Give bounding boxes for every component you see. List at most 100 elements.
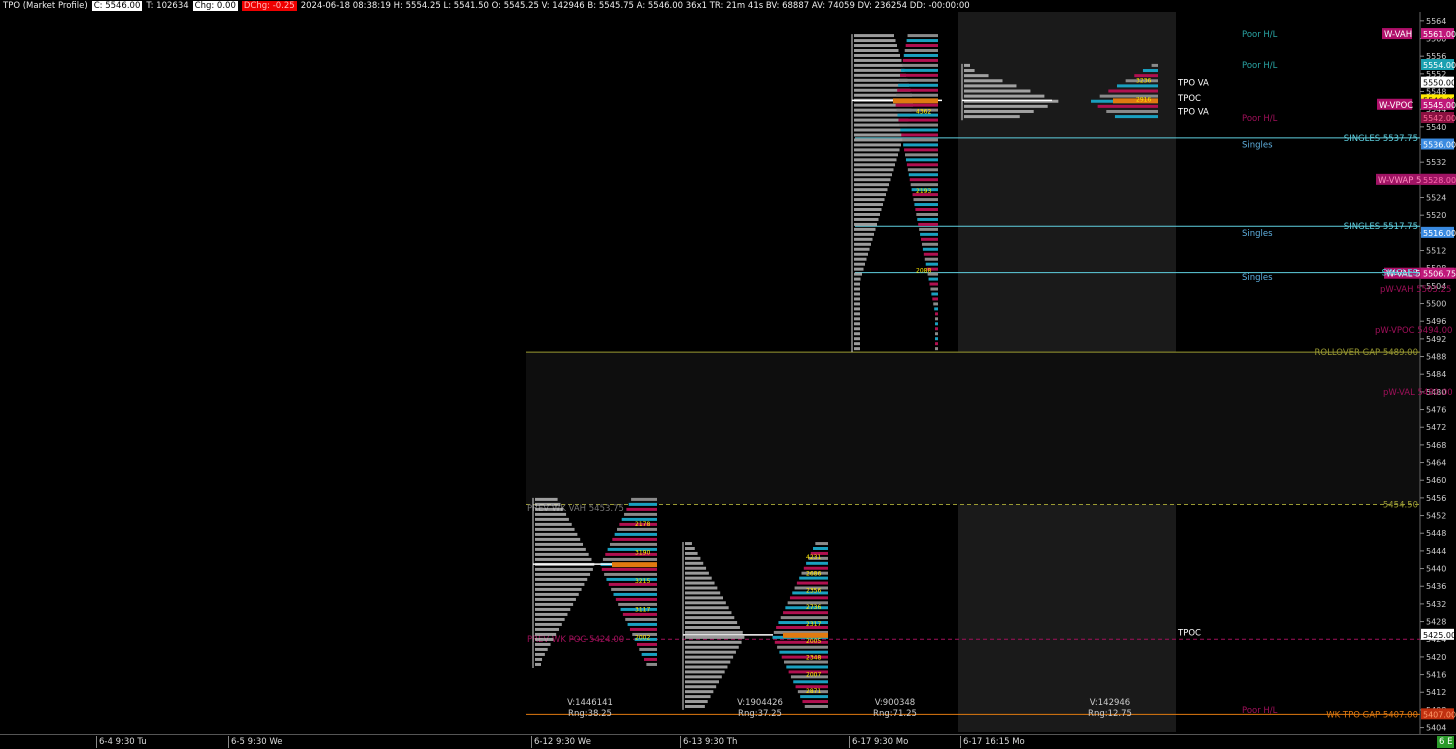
tpo-letters-row (964, 74, 989, 78)
volume-bar (601, 567, 657, 571)
level-label: W-VAH (1384, 30, 1412, 40)
volume-label: 3236 (1136, 78, 1151, 85)
tpo-letters-row (535, 622, 562, 626)
volume-label: 2348 (806, 655, 821, 662)
tpo-letters-row (964, 109, 1034, 113)
price-tick-label: 5532 (1426, 158, 1446, 167)
tpo-letters-row (535, 657, 543, 661)
profile-volume: V:1446141 (567, 698, 613, 708)
volume-bar (898, 83, 938, 87)
volume-bar (921, 237, 938, 241)
tpo-letters-row (535, 522, 572, 526)
tpo-letters-row (685, 665, 728, 669)
tpo-letters-row (685, 660, 731, 664)
volume-bar (917, 217, 938, 221)
volume-bar (813, 546, 828, 550)
level-label: ROLLOVER GAP 5489.00 (1315, 348, 1418, 358)
tpo-letters-row (535, 632, 557, 636)
volume-bar (627, 622, 657, 626)
tpo-letters-row (535, 552, 589, 556)
tpo-letters-row (685, 546, 695, 550)
volume-bar (905, 158, 938, 162)
tpo-letters-row (685, 655, 734, 659)
volume-bar (905, 44, 938, 48)
price-tag: 5425.00 (1423, 631, 1456, 640)
annotation-label: TPO VA (1177, 79, 1209, 89)
tpo-letters-row (854, 73, 906, 77)
volume-bar (614, 532, 657, 536)
volume-bar (646, 662, 657, 666)
tpo-letters-row (685, 616, 735, 620)
tpo-letters-row (854, 282, 860, 286)
volume-poc-bar (893, 98, 938, 104)
tpo-letters-row (535, 542, 584, 546)
volume-bar (895, 103, 938, 107)
tpo-letters-row (685, 685, 717, 689)
volume-bar (916, 212, 938, 216)
tpo-letters-row (685, 630, 743, 634)
volume-label: 2686 (806, 571, 821, 578)
tpo-letters-row (535, 537, 581, 541)
volume-poc-bar (612, 562, 657, 568)
tpo-letters-row (854, 143, 901, 147)
tpo-letters-row (685, 621, 738, 625)
volume-bar (915, 208, 938, 212)
tpo-letters-row (854, 212, 880, 216)
volume-bar (609, 542, 657, 546)
volume-bar (906, 163, 938, 167)
tpo-letters-row (685, 650, 736, 654)
price-tick-label: 5436 (1426, 582, 1446, 591)
volume-bar (913, 198, 938, 202)
volume-bar (897, 88, 938, 92)
volume-bar (904, 148, 938, 152)
tpo-letters-row (685, 571, 709, 575)
profile-volume: V:1904426 (737, 698, 783, 708)
volume-bar (901, 133, 938, 137)
tpo-letters-row (964, 94, 1045, 98)
tpo-letters-row (854, 257, 867, 261)
volume-bar (644, 657, 657, 661)
volume-label: 2916 (1136, 96, 1151, 103)
price-tick-label: 5444 (1426, 547, 1446, 556)
price-tick-label: 5564 (1426, 17, 1446, 26)
volume-bar (921, 242, 938, 246)
level-label: pW-VAL 5480.00 (1383, 388, 1453, 398)
tpo-letters-row (535, 662, 541, 666)
tpo-letters-row (535, 587, 582, 591)
annotation-label: Singles (1242, 273, 1273, 283)
price-tick-label: 5428 (1426, 618, 1446, 627)
tpo-letters-row (854, 312, 860, 316)
tpo-letters-row (854, 292, 860, 296)
tpo-letters-row (854, 183, 889, 187)
price-tick-label: 5492 (1426, 335, 1446, 344)
volume-bar (896, 93, 938, 97)
tpo-letters-row (854, 262, 865, 266)
tpo-letters-row (854, 327, 860, 331)
tpo-letters-row (964, 84, 1017, 88)
price-tick-label: 5440 (1426, 565, 1446, 574)
tpo-letters-row (854, 208, 882, 212)
tpo-letters-row (854, 63, 903, 67)
volume-bar (1097, 104, 1158, 108)
profile-range: Rng:38.25 (568, 709, 612, 719)
volume-bar (900, 73, 938, 77)
annotation-label: Singles (1242, 229, 1273, 239)
time-label: 6-12 9:30 We (531, 736, 593, 748)
tpo-letters-row (535, 532, 578, 536)
tpo-chart[interactable]: 5564556055565552554855445540553655325528… (0, 0, 1456, 734)
level-label: pW-VPOC 5494.00 (1375, 326, 1452, 336)
volume-bar (935, 312, 938, 316)
level-label: SINGLES 5537.75 (1344, 134, 1418, 144)
price-tag: 5528.00 (1423, 176, 1456, 185)
volume-bar (918, 222, 938, 226)
volume-bar (930, 287, 938, 291)
volume-label: 2002 (635, 635, 650, 642)
tpo-letters-row (535, 547, 586, 551)
tpo-letters-row (964, 69, 975, 73)
volume-bar (920, 232, 938, 236)
annotation-label: Poor H/L (1242, 114, 1278, 124)
tpo-letters-row (854, 68, 905, 72)
volume-bar (626, 507, 657, 511)
volume-bar (910, 183, 938, 187)
volume-bar (625, 617, 657, 621)
